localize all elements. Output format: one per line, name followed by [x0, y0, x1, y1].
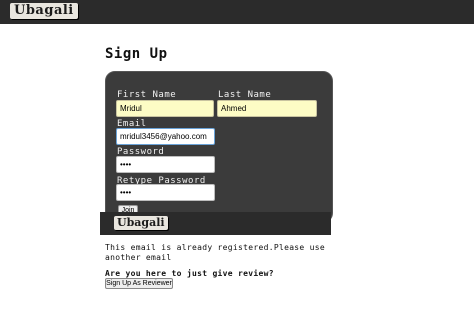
footer-logo[interactable]: Ubagali: [114, 216, 168, 230]
last-name-label: Last Name: [218, 90, 272, 100]
last-name-field[interactable]: [217, 100, 317, 117]
password-field[interactable]: [116, 156, 215, 173]
error-message: This email is already registered.Please …: [105, 243, 326, 262]
email-field[interactable]: [116, 128, 215, 145]
first-name-label: First Name: [117, 90, 177, 100]
footer-bar: Ubagali: [100, 212, 331, 235]
first-name-field[interactable]: [116, 100, 214, 117]
site-logo[interactable]: Ubagali: [10, 3, 78, 19]
sign-up-as-reviewer-button[interactable]: Sign Up As Reviewer: [105, 278, 173, 289]
signup-form-panel: First Name Last Name Email Password Rety…: [105, 71, 333, 223]
top-header-bar: Ubagali: [0, 0, 474, 24]
page-title: Sign Up: [105, 46, 168, 62]
review-question: Are you here to just give review?: [105, 269, 274, 278]
retype-password-field[interactable]: [116, 184, 215, 201]
